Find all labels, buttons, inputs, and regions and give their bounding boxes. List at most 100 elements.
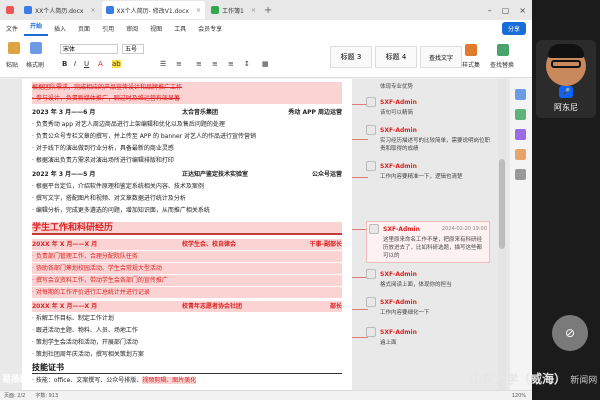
doc-line[interactable]: · 根据平台定位，介绍软件原理和鉴定系统相关内容、技术及案例 — [32, 181, 342, 192]
participant-hair — [548, 44, 584, 58]
comment[interactable]: SXF-Admin 该句可以精简 — [366, 97, 490, 117]
comment[interactable]: 体现专业优势 — [366, 81, 490, 91]
format-painter-icon[interactable] — [30, 42, 42, 54]
menu-references[interactable]: 引用 — [96, 24, 120, 33]
zoom-level[interactable]: 120% — [512, 393, 526, 399]
mute-microphone-button[interactable]: ⊘ — [552, 315, 588, 351]
comment-body: 遍上面 — [380, 340, 397, 346]
tab-doc-2[interactable]: XX个人简历- 修改V1.docx × — [101, 1, 205, 19]
line-spacing-icon[interactable]: ↕ — [244, 60, 250, 68]
comment-active[interactable]: SXF-Admin 2024-02-20 19:00 这里原来命名工作不是，把原来… — [366, 221, 490, 263]
borders-icon[interactable]: ▦ — [262, 60, 269, 68]
job-header[interactable]: 20XX 年 X 月——X 月 校学生会、校自律会 干事-副部长 — [32, 239, 342, 250]
font-name-select[interactable]: 宋体 — [60, 44, 118, 54]
avatar — [366, 161, 376, 171]
close-icon[interactable]: × — [90, 7, 95, 14]
doc-line[interactable]: · 负责公众号专栏文章的撰写，并上传至 APP 的 banner 对艺人的作品进… — [32, 131, 342, 142]
doc-line[interactable]: · 跟进活动主题、物料、人员、场地工作 — [32, 325, 342, 336]
comment[interactable]: SXF-Admin 遍上面 — [366, 327, 490, 347]
vertical-scrollbar[interactable] — [498, 79, 506, 390]
new-tab-icon[interactable]: + — [264, 5, 272, 16]
job-header[interactable]: 2022 年 3 月——5 月 正达知产鉴定技术实验室 公众号运营 — [32, 169, 342, 180]
numbered-list-icon[interactable]: ≡ — [176, 60, 182, 68]
skills-line[interactable]: · 技能：office、文案撰写、公众号排版、视频剪辑、图片美化 — [32, 375, 342, 386]
highlight-icon[interactable]: ab — [112, 60, 121, 68]
doc-line[interactable]: · 对于线下的演出做到行业分析，具备最新的商业灵感 — [32, 143, 342, 154]
doc-line[interactable]: · 拆解工作目标、制定工作计划 — [32, 313, 342, 324]
tab-label: 工作簿1 — [221, 7, 244, 15]
comment[interactable]: SXF-Admin 工作内容要精准一下，逻辑也清楚 — [366, 161, 490, 181]
doc-line[interactable]: · 协助各部门筹划校园活动、学生会常规大型活动 — [32, 263, 342, 274]
job-date: 2023 年 3 月——6 月 — [32, 109, 96, 116]
doc-line[interactable]: · 负责部门管理工作，合理分配院队任务 — [32, 251, 342, 262]
comment[interactable]: SXF-Admin 格式阅读上面，体现你的担当 — [366, 269, 490, 289]
section-heading[interactable]: 技能证书 — [32, 361, 342, 374]
paste-icon[interactable] — [8, 42, 20, 54]
menu-tools[interactable]: 工具 — [168, 24, 192, 33]
doc-line[interactable]: · 负责秀动 app 对艺人周边商品进行上架编辑和优化以及售后问题的处理 — [32, 119, 342, 130]
bullet-list-icon[interactable]: ☰ — [160, 60, 166, 68]
style-find-text[interactable]: 查找文字 — [420, 46, 462, 68]
doc-line[interactable]: · 策划学生会活动和活动，开展部门活动 — [32, 337, 342, 348]
job-date: 20XX 年 X 月——X 月 — [32, 303, 98, 310]
menu-page[interactable]: 页面 — [72, 24, 96, 33]
document-page[interactable]: 根据团队需求，完成相应的产品宣传设计和品牌推广工作 · 参与设计，负责新媒体推广… — [22, 79, 352, 390]
settings-icon[interactable] — [515, 169, 526, 180]
doc-line[interactable]: · 参与设计，负责新媒体推广，聊过时及维运营有效显著 — [32, 93, 342, 104]
menu-view[interactable]: 视图 — [144, 24, 168, 33]
align-center-icon[interactable]: ≡ — [212, 60, 218, 68]
job-title: 秀动 APP 周边运营 — [288, 109, 342, 116]
doc-line[interactable]: · 编辑分析，完成更多遴选的问题，增加知识面，从而推广相关系统 — [32, 205, 342, 216]
style-heading-3[interactable]: 标题 3 — [330, 46, 372, 68]
close-window-icon[interactable]: × — [519, 6, 526, 15]
maximize-icon[interactable]: ▢ — [502, 6, 510, 15]
font-color-icon[interactable]: A — [98, 60, 103, 68]
job-date: 20XX 年 X 月——X 月 — [32, 241, 98, 248]
doc-line[interactable]: 根据团队需求，完成相应的产品宣传设计和品牌推广工作 — [32, 82, 342, 93]
word-count[interactable]: 字数: 913 — [35, 392, 58, 399]
comment-body: 该句可以精简 — [380, 110, 414, 116]
select-icon[interactable] — [515, 89, 526, 100]
font-size-select[interactable]: 五号 — [122, 44, 144, 54]
comment-author: SXF-Admin — [380, 126, 417, 134]
underline-icon[interactable]: U — [84, 60, 89, 68]
comment[interactable]: SXF-Admin 实习经历描述写的比较简单，需要说明岗位职责和取得的成绩 — [366, 125, 490, 153]
tab-doc-1[interactable]: XX个人简历.docx × — [20, 1, 100, 19]
job-header[interactable]: 2023 年 3 月——6 月 太合音乐集团 秀动 APP 周边运营 — [32, 107, 342, 118]
job-title: 干事-副部长 — [309, 241, 343, 248]
doc-line[interactable]: · 撰写文字，搭配图片和视频、对文章数据进行统计及分析 — [32, 193, 342, 204]
menu-file[interactable]: 文件 — [0, 24, 24, 33]
participant-video[interactable]: 🎤 阿东尼 — [536, 40, 596, 118]
close-icon[interactable]: × — [196, 7, 201, 14]
tab-home[interactable] — [2, 1, 18, 19]
edit-icon[interactable] — [515, 109, 526, 120]
job-header[interactable]: 20XX 年 X 月——X 月 校青年志愿者协会社团 部长 — [32, 301, 342, 312]
comment[interactable]: SXF-Admin 工作内容要细化一下 — [366, 297, 490, 317]
align-right-icon[interactable]: ≡ — [228, 60, 234, 68]
bold-icon[interactable]: B — [62, 60, 67, 68]
section-heading[interactable]: 学生工作和科研经历 — [32, 222, 342, 235]
translate-icon[interactable] — [515, 149, 526, 160]
avatar — [366, 297, 376, 307]
style-heading-4[interactable]: 标题 4 — [375, 46, 417, 68]
menu-member[interactable]: 会员专享 — [192, 24, 228, 33]
page-count[interactable]: 页面: 2/2 — [4, 392, 25, 399]
style-set-icon[interactable] — [465, 44, 477, 56]
menu-review[interactable]: 审阅 — [120, 24, 144, 33]
scrollbar-thumb[interactable] — [499, 159, 505, 249]
doc-line[interactable]: · 对每期的工作评价进行汇总统计并进行记录 — [32, 287, 342, 298]
doc-line[interactable]: · 策划社团周年庆活动，撰写相关策划方案 — [32, 349, 342, 360]
doc-line[interactable]: · 根据演出负责方需求对演出场所进行编辑排版和打印 — [32, 155, 342, 166]
menu-insert[interactable]: 插入 — [48, 24, 72, 33]
doc-line[interactable]: · 撰写会议资料工作，带动学生会各部门的宣传推广 — [32, 275, 342, 286]
align-left-icon[interactable]: ≡ — [196, 60, 202, 68]
menu-home[interactable]: 开始 — [24, 20, 49, 36]
italic-icon[interactable]: I — [74, 60, 76, 68]
comment-author: SXF-Admin — [380, 270, 417, 278]
share-button[interactable]: 分享 — [501, 21, 526, 35]
find-replace-icon[interactable] — [497, 44, 509, 56]
close-icon[interactable]: × — [251, 7, 256, 14]
minimize-icon[interactable]: – — [488, 6, 492, 15]
tab-workbook[interactable]: 工作簿1 × — [207, 1, 260, 19]
ai-icon[interactable] — [515, 129, 526, 140]
